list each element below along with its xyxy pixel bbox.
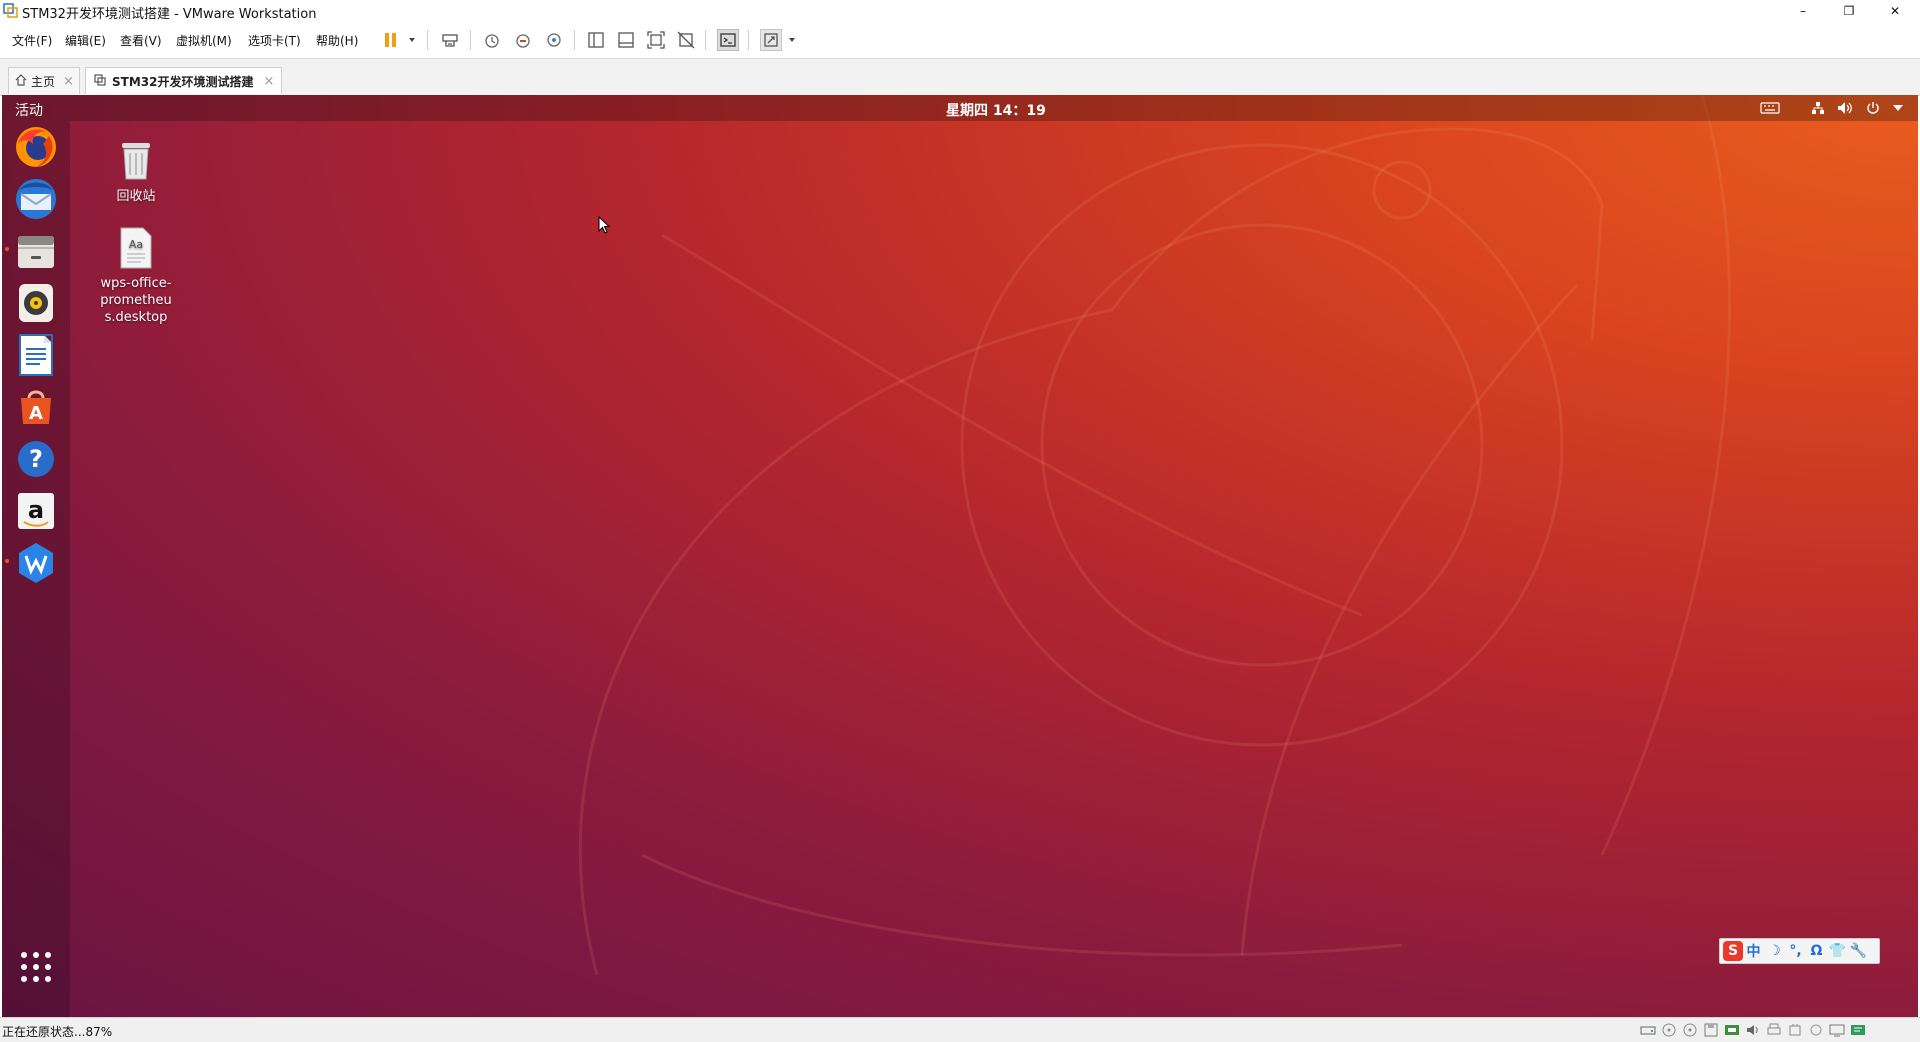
svg-text:?: ? — [29, 445, 43, 473]
toolbar-separator — [470, 30, 471, 50]
mouse-pointer-icon — [598, 216, 610, 234]
desktop-icon-wps-desktop[interactable]: Aa wps-office- prometheu s.desktop — [90, 226, 182, 326]
toolbar-separator — [748, 30, 749, 50]
svg-text:A: A — [29, 403, 43, 424]
printer-icon[interactable] — [1766, 1023, 1782, 1037]
pause-dropdown-icon[interactable] — [409, 38, 415, 42]
tab-vm-close-icon[interactable]: × — [263, 74, 274, 89]
volume-icon[interactable] — [1834, 98, 1856, 118]
menu-help[interactable]: 帮助(H) — [316, 32, 358, 49]
hard-disk-icon[interactable] — [1640, 1023, 1656, 1037]
window-title-bar: STM32开发环境测试搭建 - VMware Workstation – ❐ ✕ — [0, 0, 1920, 22]
power-icon[interactable] — [1862, 98, 1884, 118]
tab-vm[interactable]: STM32开发环境测试搭建 × — [85, 67, 282, 94]
libreoffice-writer-icon[interactable] — [12, 331, 60, 379]
tab-home-label: 主页 — [31, 74, 56, 89]
cd-dvd-2-icon[interactable] — [1682, 1023, 1698, 1037]
minimize-button[interactable]: – — [1780, 0, 1826, 22]
display-icon[interactable] — [1829, 1023, 1845, 1037]
show-applications-icon[interactable] — [12, 943, 60, 991]
toolbar-separator — [574, 30, 575, 50]
snapshot-icon[interactable] — [481, 29, 503, 51]
close-button[interactable]: ✕ — [1872, 0, 1918, 22]
menu-vm[interactable]: 虚拟机(M) — [176, 32, 232, 49]
menu-file[interactable]: 文件(F) — [12, 32, 52, 49]
vm-tab-icon — [94, 73, 106, 89]
send-ctrl-alt-del-icon[interactable] — [439, 29, 461, 51]
desktop-icon-label-line: prometheu — [100, 293, 172, 308]
revert-snapshot-icon[interactable] — [512, 29, 534, 51]
desktop-icon-label: 回收站 — [116, 189, 156, 204]
tab-home[interactable]: 主页 × — [8, 67, 80, 94]
activities-button[interactable]: 活动 — [15, 100, 43, 120]
rhythmbox-icon[interactable] — [12, 279, 60, 327]
network-icon[interactable] — [1807, 98, 1829, 118]
firefox-icon[interactable] — [12, 123, 60, 171]
svg-text:Aa: Aa — [129, 238, 143, 251]
ime-settings-wrench-icon[interactable]: 🔧 — [1848, 941, 1869, 961]
home-icon — [15, 73, 27, 89]
vm-guest-screen[interactable]: 活动 星期四 14：19 A ? a 回收站 Aa wps-office- pr… — [2, 95, 1918, 1017]
running-indicator — [5, 559, 9, 563]
thumbnail-bar-icon[interactable] — [615, 29, 637, 51]
console-view-icon[interactable] — [717, 29, 739, 51]
menu-tabs[interactable]: 选项卡(T) — [248, 32, 301, 49]
cd-dvd-icon[interactable] — [1661, 1023, 1677, 1037]
show-library-icon[interactable] — [585, 29, 607, 51]
thunderbird-icon[interactable] — [12, 175, 60, 223]
desktop-icon-label-line: s.desktop — [104, 310, 168, 325]
desktop-icon-label-line: wps-office- — [100, 276, 172, 291]
tab-home-close-icon[interactable]: × — [63, 74, 74, 89]
tab-vm-label: STM32开发环境测试搭建 — [112, 74, 254, 89]
autofit-icon[interactable] — [760, 29, 782, 51]
restore-button[interactable]: ❐ — [1826, 0, 1872, 22]
full-screen-icon[interactable] — [645, 29, 667, 51]
system-menu-chevron-down-icon[interactable] — [1887, 98, 1909, 118]
camera-icon[interactable] — [1808, 1023, 1824, 1037]
network-adapter-icon[interactable] — [1724, 1023, 1740, 1037]
pause-icon[interactable] — [380, 29, 402, 51]
svg-text:a: a — [28, 496, 44, 524]
toolbar-separator — [427, 30, 428, 50]
vmware-app-icon — [3, 3, 18, 18]
trash-icon — [90, 137, 182, 188]
files-icon[interactable] — [12, 227, 60, 275]
usb-device-icon[interactable] — [1787, 1023, 1803, 1037]
status-text: 正在还原状态...87% — [2, 1025, 113, 1039]
help-icon[interactable]: ? — [12, 435, 60, 483]
amazon-icon[interactable]: a — [12, 487, 60, 535]
keyboard-icon[interactable] — [1759, 98, 1781, 118]
ubuntu-software-icon[interactable]: A — [12, 383, 60, 431]
ime-symbols-icon[interactable]: Ω — [1806, 941, 1827, 961]
wallpaper-pattern — [578, 95, 1732, 976]
desktop-icon-trash[interactable]: 回收站 — [90, 137, 182, 205]
sound-card-icon[interactable] — [1745, 1023, 1761, 1037]
toolbar-separator — [705, 30, 706, 50]
menu-edit[interactable]: 编辑(E) — [65, 32, 106, 49]
ime-halfwidth-moon-icon[interactable]: ☽ — [1764, 941, 1785, 961]
ime-chinese-mode-button[interactable]: 中 — [1743, 941, 1764, 961]
message-log-icon[interactable] — [1850, 1023, 1866, 1037]
running-indicator — [5, 247, 9, 251]
tab-strip: 主页 × STM32开发环境测试搭建 × — [0, 59, 1920, 96]
wps-office-icon[interactable] — [12, 539, 60, 587]
ubuntu-dock: A ? a — [2, 121, 70, 1017]
autofit-dropdown-icon[interactable] — [789, 38, 795, 42]
snapshot-manager-icon[interactable] — [543, 29, 565, 51]
text-file-icon: Aa — [90, 226, 182, 275]
menu-view[interactable]: 查看(V) — [120, 32, 162, 49]
window-title: STM32开发环境测试搭建 - VMware Workstation — [22, 7, 317, 22]
floppy-icon[interactable] — [1703, 1023, 1719, 1037]
status-bar: 正在还原状态...87% — [0, 1017, 1920, 1042]
ime-toolbar: S 中 ☽ °, Ω 👕 🔧 — [1719, 938, 1880, 964]
sogou-logo-icon[interactable]: S — [1723, 941, 1743, 961]
unity-icon[interactable] — [675, 29, 697, 51]
gnome-top-bar: 活动 星期四 14：19 — [2, 95, 1918, 121]
ime-punctuation-icon[interactable]: °, — [1785, 941, 1806, 961]
menu-toolbar-bar: 文件(F) 编辑(E) 查看(V) 虚拟机(M) 选项卡(T) 帮助(H) — [0, 22, 1920, 59]
clock[interactable]: 星期四 14：19 — [946, 100, 1046, 120]
ime-skin-icon[interactable]: 👕 — [1827, 941, 1848, 961]
